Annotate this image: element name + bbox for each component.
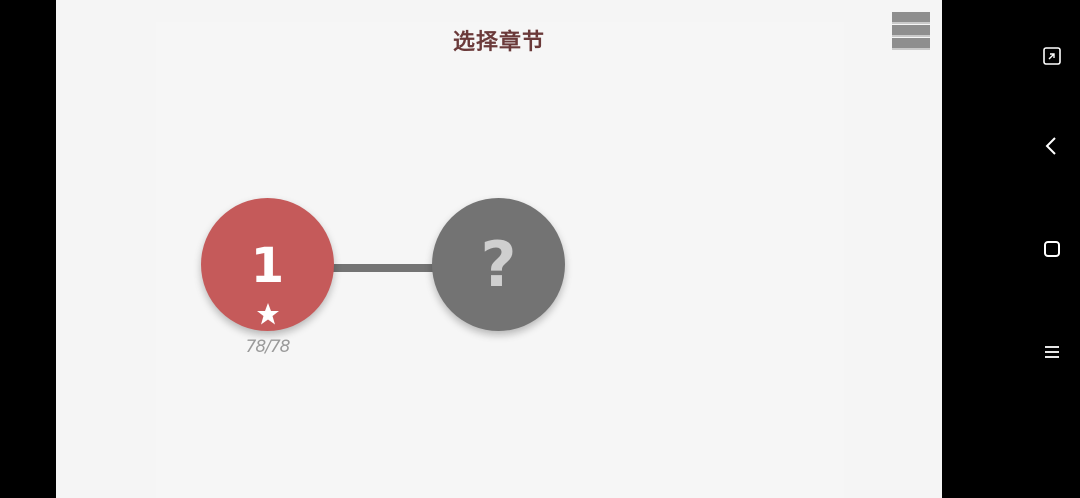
screen: 选择章节 1 78/78 ? [0, 0, 1080, 498]
left-system-bar [0, 0, 56, 498]
chapter-1-progress: 78/78 [245, 337, 291, 357]
menu-button[interactable] [892, 12, 930, 50]
home-icon[interactable] [1038, 235, 1066, 263]
menu-icon[interactable] [1038, 338, 1066, 366]
back-icon[interactable] [1038, 132, 1066, 160]
locked-chapter-question-mark: ? [480, 228, 517, 301]
page-title: 选择章节 [452, 30, 545, 55]
star-icon [257, 303, 279, 325]
system-navigation-bar [942, 0, 1080, 498]
chapter-select-screen: 选择章节 1 78/78 ? [56, 0, 942, 498]
chapter-connector [328, 264, 438, 272]
fullscreen-icon[interactable] [1038, 42, 1066, 70]
chapter-number: 1 [250, 238, 285, 294]
chapter-1-button[interactable]: 1 [201, 198, 334, 331]
chapter-2-locked-button[interactable]: ? [432, 198, 565, 331]
